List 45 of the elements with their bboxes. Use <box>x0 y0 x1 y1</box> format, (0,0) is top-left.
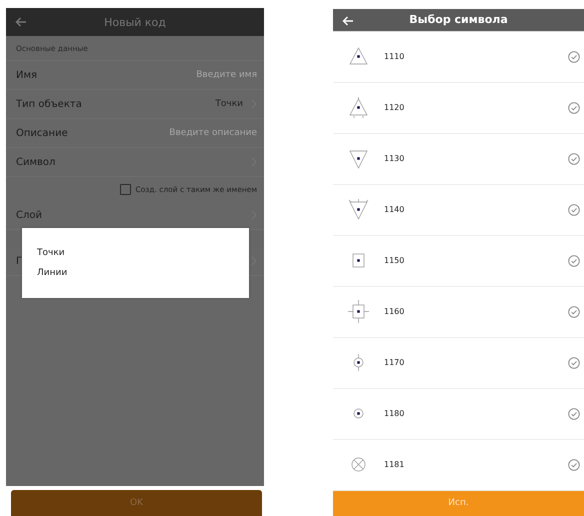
symbol-code: 1150 <box>384 256 406 266</box>
check-circle-icon <box>568 102 580 114</box>
field-label: Символ <box>16 156 56 168</box>
field-label: Тип объекта <box>16 98 82 110</box>
check-circle-icon <box>568 204 580 216</box>
check-circle-icon <box>568 408 580 420</box>
symbol-code: 1120 <box>384 103 406 112</box>
symbol-code: 1130 <box>384 154 406 164</box>
back-arrow-icon <box>15 17 27 27</box>
symbol-code: 1180 <box>384 409 406 418</box>
symbol-code: 1181 <box>384 460 406 470</box>
text-field[interactable]: Введите имя <box>137 70 257 80</box>
symbol-list-item[interactable]: 1140 <box>333 184 584 236</box>
field-label: Слой <box>16 210 42 220</box>
screen-title: Новый код <box>104 16 166 28</box>
check-circle-icon <box>568 50 580 63</box>
triangle-symbol-icon <box>348 198 369 222</box>
text-field[interactable]: Введите описание <box>137 128 257 138</box>
symbol-list-item[interactable]: 1170 <box>333 338 584 389</box>
field-label: Описание <box>16 128 68 138</box>
symbol-code: 1140 <box>384 205 406 214</box>
symbol-list-item[interactable]: 1120 <box>333 82 584 134</box>
symbol-list-item[interactable]: 1130 <box>333 134 584 185</box>
symbol-code: 1170 <box>384 358 406 368</box>
check-circle-icon <box>568 306 580 318</box>
symbol-list-item[interactable]: 1160 <box>333 286 584 338</box>
check-circle-icon <box>568 152 580 165</box>
check-circle-icon <box>568 356 580 369</box>
popup-option[interactable]: Линии <box>22 268 249 278</box>
symbol-list-item[interactable]: 1180 <box>333 388 584 440</box>
check-circle-icon <box>568 458 580 471</box>
chevron-right-icon <box>251 256 257 266</box>
field-label: Г <box>16 256 22 266</box>
field-label: Имя <box>16 70 38 80</box>
screen-title: Выбор символа <box>409 13 508 26</box>
symbol-list-item[interactable]: 1110 <box>333 32 584 83</box>
symbol-code: 1160 <box>384 307 406 316</box>
popup-option[interactable]: Точки <box>22 248 249 258</box>
triangle-symbol-icon <box>348 96 369 120</box>
check-circle-icon <box>568 254 580 267</box>
symbol-list-item[interactable]: 1150 <box>333 236 584 287</box>
symbol-code: 1110 <box>384 52 406 62</box>
checkbox[interactable] <box>120 184 132 194</box>
square-symbol-icon <box>348 300 369 324</box>
back-arrow-icon <box>342 16 354 26</box>
